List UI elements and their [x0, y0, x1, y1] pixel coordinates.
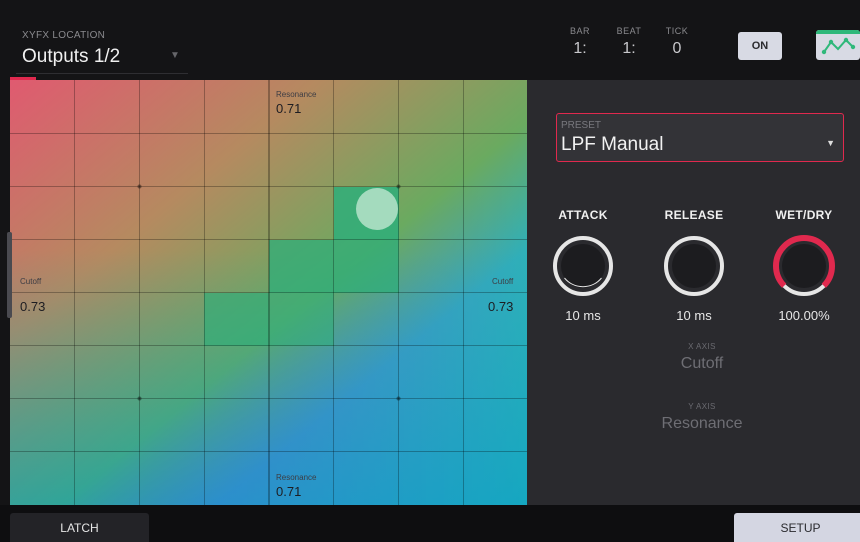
left-axis-value: 0.73 [20, 299, 46, 314]
setup-button[interactable]: SETUP [734, 513, 860, 542]
bar-label: BAR [569, 26, 590, 36]
x-axis-info: X AXIS Cutoff [637, 342, 767, 373]
tick-counter: TICK 0 [657, 26, 697, 58]
preset-value: LPF Manual [561, 134, 664, 155]
attack-control: ATTACK 10 ms [538, 208, 628, 323]
right-axis-value: 0.73 [488, 299, 514, 314]
xy-curve-icon [816, 30, 860, 55]
tick-value: 0 [672, 40, 682, 57]
release-title: RELEASE [664, 208, 724, 222]
tick-label: TICK [665, 26, 689, 36]
left-axis-label: Cutoff [20, 277, 42, 286]
release-control: RELEASE 10 ms [649, 208, 739, 323]
wet-dry-value: 100.00% [778, 308, 830, 323]
xyfx-location-select[interactable]: Outputs 1/2 [22, 46, 120, 68]
chevron-down-icon[interactable]: ▼ [170, 50, 180, 61]
release-value: 10 ms [676, 308, 712, 323]
latch-button[interactable]: LATCH [10, 513, 149, 542]
chevron-down-icon: ▼ [826, 138, 835, 148]
y-axis-info: Y AXIS Resonance [637, 402, 767, 433]
y-axis-label: Y AXIS [688, 402, 716, 411]
xy-cursor[interactable] [356, 188, 398, 230]
location-underline [16, 73, 188, 74]
beat-label: BEAT [616, 26, 642, 36]
attack-value: 10 ms [565, 308, 601, 323]
wet-dry-control: WET/DRY 100.00% [759, 208, 849, 323]
bottom-axis-value: 0.71 [276, 484, 302, 499]
on-button[interactable]: ON [738, 32, 782, 60]
settings-panel: PRESET LPF Manual ▼ ATTACK 10 ms RELEASE… [527, 80, 860, 505]
preset-label: PRESET [561, 120, 602, 131]
x-axis-value: Cutoff [680, 355, 724, 372]
attack-title: ATTACK [558, 208, 608, 222]
side-drag-handle[interactable] [7, 232, 12, 318]
right-axis-label: Cutoff [492, 277, 514, 286]
xyfx-location-label: XYFX LOCATION [22, 30, 106, 41]
release-knob[interactable] [662, 234, 726, 298]
top-axis-label: Resonance [276, 90, 317, 99]
attack-knob[interactable] [551, 234, 615, 298]
x-axis-label: X AXIS [688, 342, 716, 351]
bar-counter: BAR 1: [560, 26, 600, 58]
pad-grid [10, 80, 527, 505]
bar-value: 1: [573, 40, 587, 57]
top-axis-value: 0.71 [276, 101, 302, 116]
preset-select[interactable]: PRESET LPF Manual ▼ [556, 113, 844, 162]
header: XYFX LOCATION Outputs 1/2 ▼ BAR 1: BEAT … [0, 0, 860, 80]
beat-counter: BEAT 1: [609, 26, 649, 58]
bottom-axis-label: Resonance [276, 473, 317, 482]
y-axis-value: Resonance [661, 415, 743, 432]
bottom-bar: LATCH SETUP [0, 505, 860, 542]
curve-mode-button[interactable] [816, 30, 860, 60]
wet-dry-knob[interactable] [772, 234, 836, 298]
wet-dry-title: WET/DRY [775, 208, 833, 222]
beat-value: 1: [622, 40, 636, 57]
xy-pad[interactable]: Resonance 0.71 Cutoff 0.73 Cutoff 0.73 R… [10, 80, 527, 505]
